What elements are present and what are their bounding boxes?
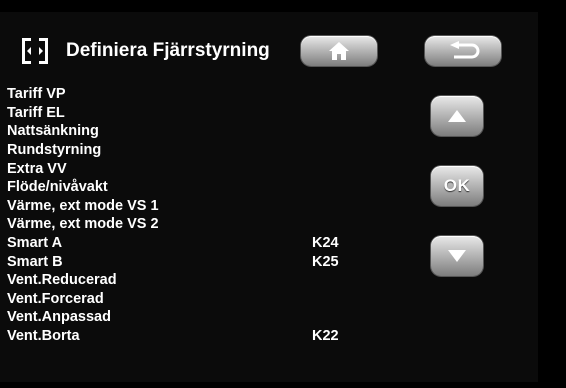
row-value: K22 bbox=[312, 328, 339, 345]
row-label: Nattsänkning bbox=[7, 123, 99, 140]
row-label: Värme, ext mode VS 2 bbox=[7, 216, 159, 233]
ok-label: OK bbox=[443, 176, 471, 195]
row-label: Tariff EL bbox=[7, 104, 65, 121]
page-title: Definiera Fjärrstyrning bbox=[66, 40, 270, 61]
scroll-down-button[interactable] bbox=[431, 236, 483, 276]
row-label: Tariff VP bbox=[7, 86, 66, 103]
up-arrow-icon bbox=[448, 110, 466, 122]
row-label: Rundstyrning bbox=[7, 142, 102, 159]
row-value: K25 bbox=[312, 253, 339, 270]
home-button[interactable] bbox=[301, 36, 377, 66]
list-item[interactable]: Nattsänkning bbox=[7, 122, 427, 141]
list-item[interactable]: Extra VV bbox=[7, 159, 427, 178]
display-screen: Definiera Fjärrstyrning OK Tariff VP Tar… bbox=[0, 12, 538, 382]
list-item[interactable]: Vent.Forcerad bbox=[7, 290, 427, 309]
list-item[interactable]: Tariff VP bbox=[7, 85, 427, 104]
row-label: Vent.Anpassad bbox=[7, 309, 111, 326]
back-arrow-icon bbox=[450, 41, 480, 59]
down-arrow-icon bbox=[448, 250, 466, 262]
list-item[interactable]: Flöde/nivåvakt bbox=[7, 178, 427, 197]
list-item[interactable]: Vent.Anpassad bbox=[7, 308, 427, 327]
list-item[interactable]: Tariff EL bbox=[7, 104, 427, 123]
row-label: Smart A bbox=[7, 235, 63, 252]
list-item[interactable]: Rundstyrning bbox=[7, 141, 427, 160]
row-label: Vent.Forcerad bbox=[7, 290, 104, 307]
row-label: Vent.Borta bbox=[7, 328, 80, 345]
row-value: K24 bbox=[312, 235, 339, 252]
header: Definiera Fjärrstyrning bbox=[22, 34, 270, 68]
home-icon bbox=[329, 42, 349, 60]
row-label: Smart B bbox=[7, 253, 63, 270]
scroll-up-button[interactable] bbox=[431, 96, 483, 136]
remote-control-list: Tariff VP Tariff EL Nattsänkning Rundsty… bbox=[7, 85, 427, 345]
row-label: Värme, ext mode VS 1 bbox=[7, 197, 159, 214]
row-label: Vent.Reducerad bbox=[7, 272, 117, 289]
row-label: Flöde/nivåvakt bbox=[7, 179, 108, 196]
remote-bracket-icon bbox=[22, 38, 48, 64]
list-item[interactable]: Smart A K24 bbox=[7, 234, 427, 253]
list-item[interactable]: Smart B K25 bbox=[7, 252, 427, 271]
back-button[interactable] bbox=[425, 36, 501, 66]
list-item[interactable]: Värme, ext mode VS 2 bbox=[7, 215, 427, 234]
ok-button[interactable]: OK bbox=[431, 166, 483, 206]
row-label: Extra VV bbox=[7, 160, 67, 177]
list-item[interactable]: Värme, ext mode VS 1 bbox=[7, 197, 427, 216]
list-item[interactable]: Vent.Borta K22 bbox=[7, 327, 427, 346]
list-item[interactable]: Vent.Reducerad bbox=[7, 271, 427, 290]
